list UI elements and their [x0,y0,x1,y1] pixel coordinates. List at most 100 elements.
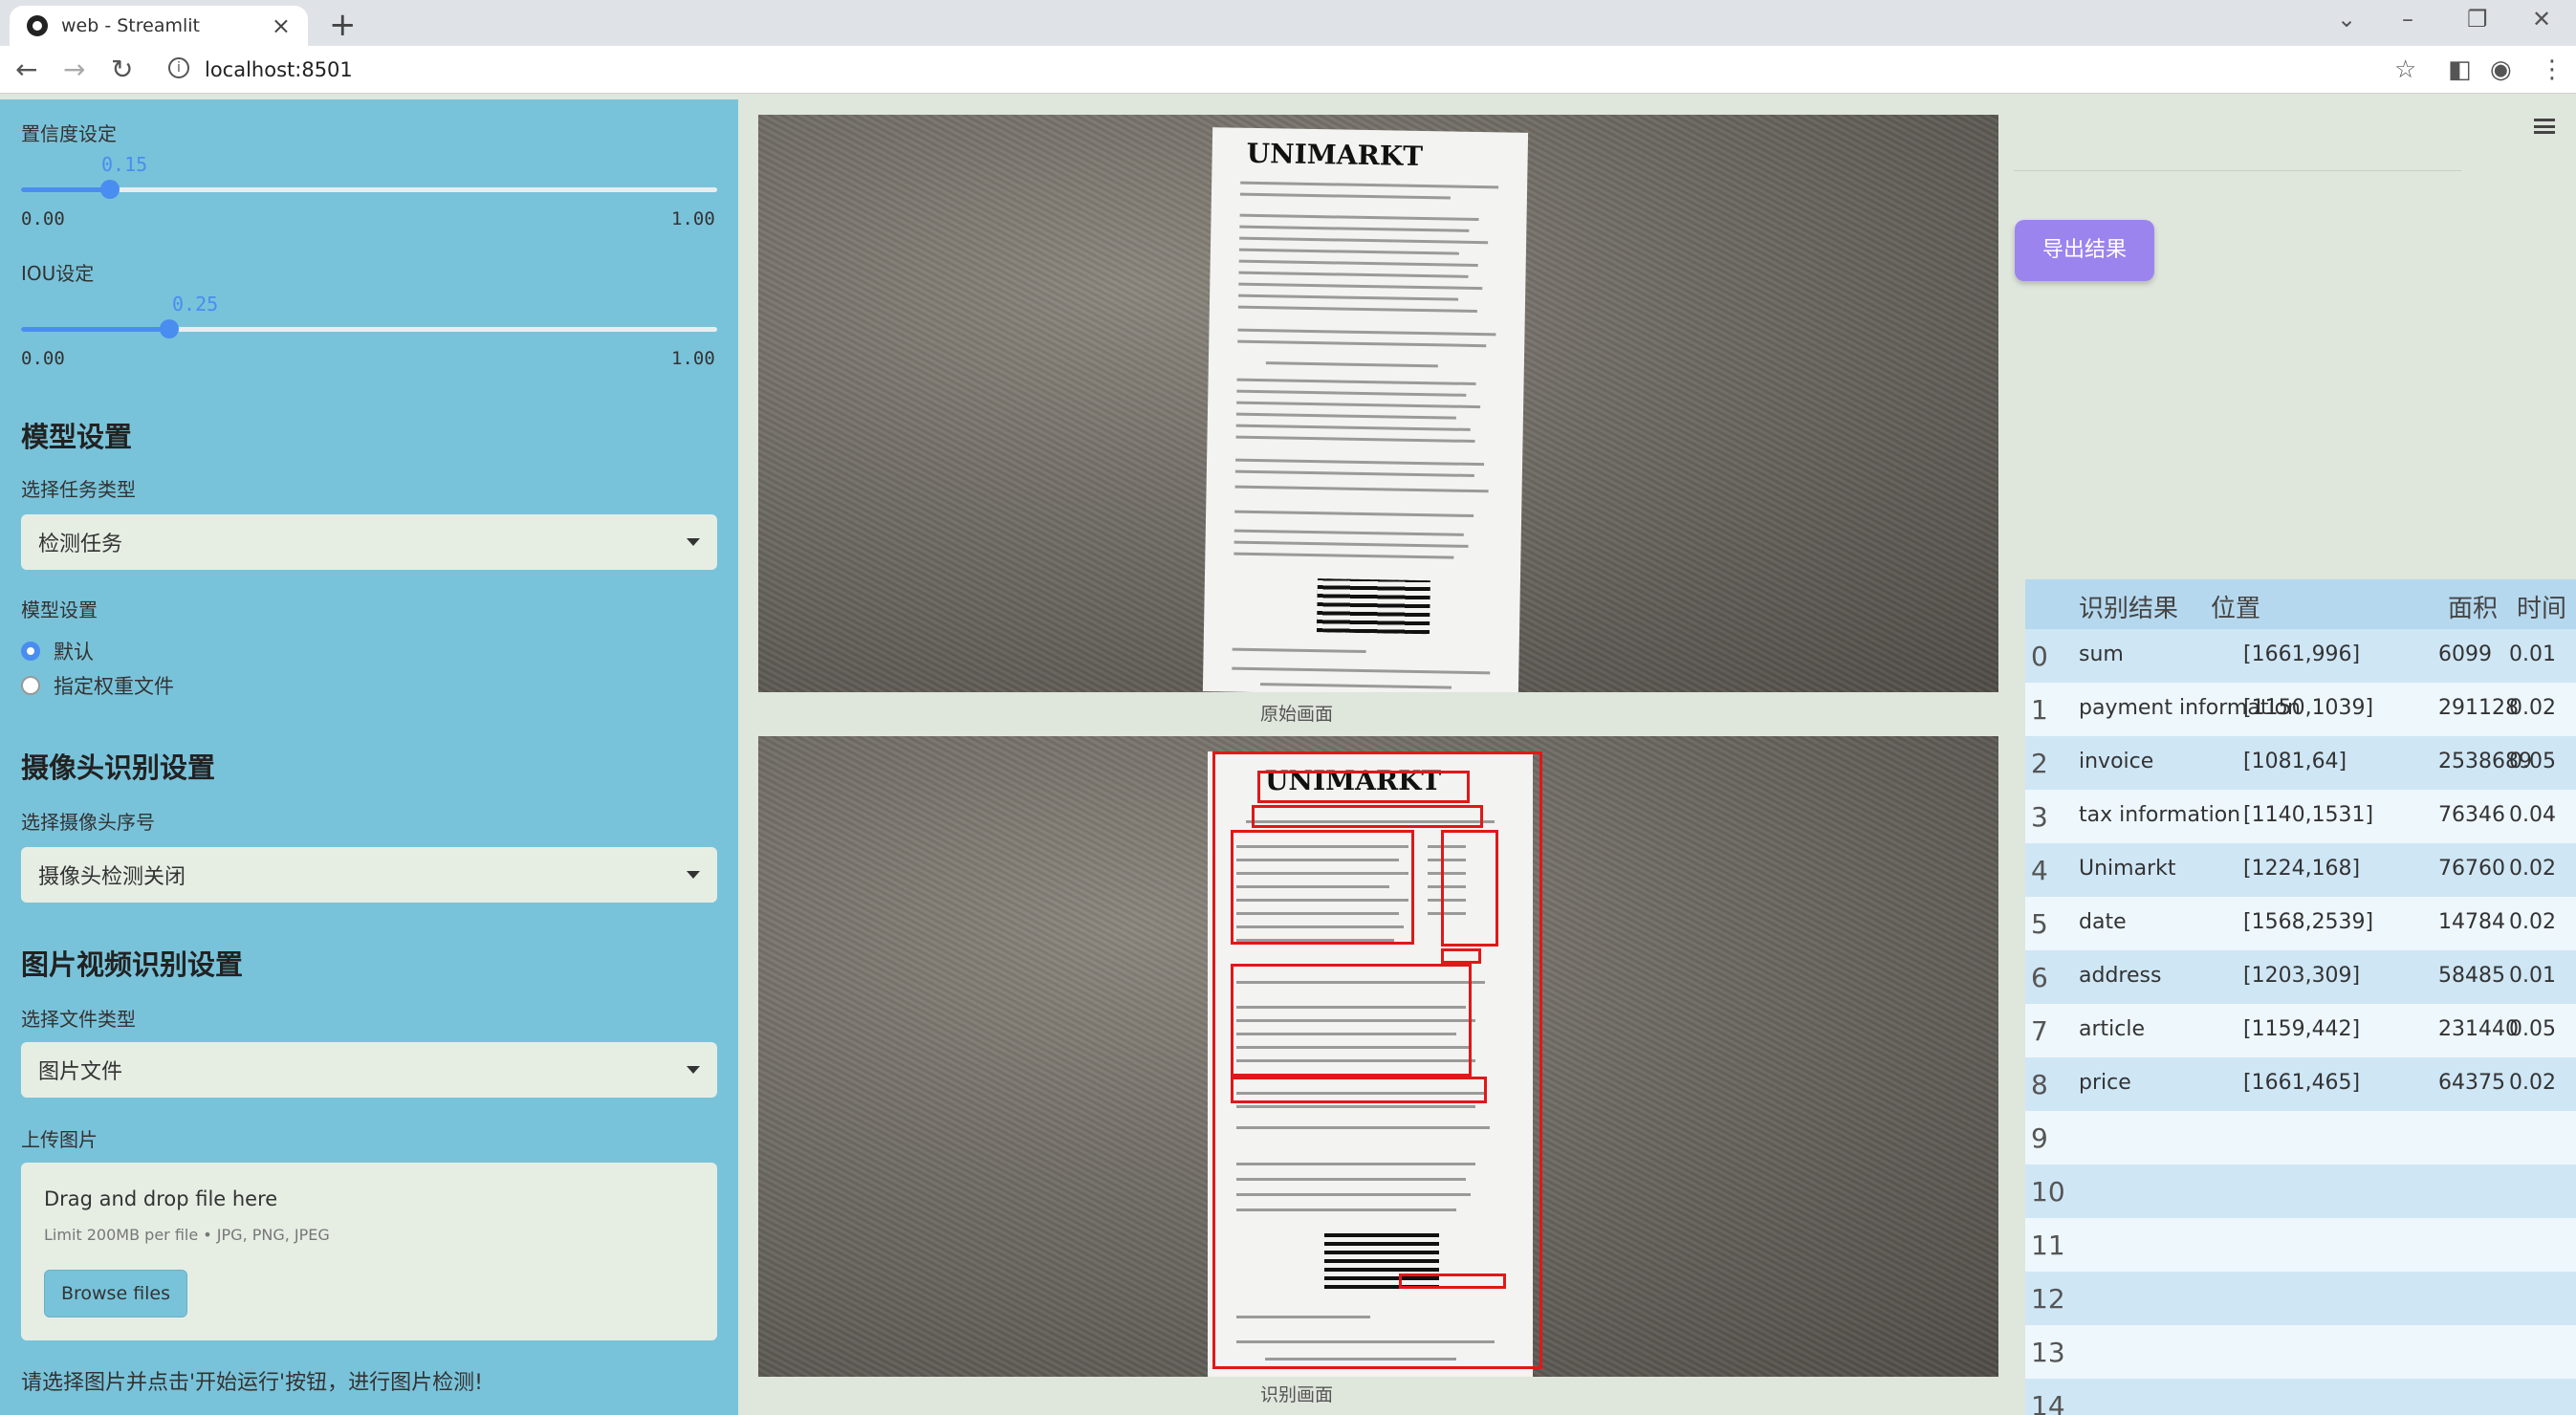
row-index: 13 [2031,1337,2065,1368]
row-index: 1 [2031,694,2048,726]
row-result: tax information [2079,803,2241,827]
radio-default[interactable]: 默认 [21,637,94,665]
table-row[interactable]: 10 [2025,1165,2576,1218]
table-row[interactable]: 5 date [1568,2539] 14784 0.02 [2025,897,2576,950]
detection-box-address [1252,805,1483,828]
row-index: 9 [2031,1122,2048,1154]
url-field[interactable]: localhost:8501 [205,58,353,81]
task-type-select[interactable]: 检测任务 [21,514,717,570]
row-position: [1568,2539] [2243,910,2374,934]
browser-tab[interactable]: web - Streamlit × [10,6,308,46]
row-time: 0.05 [2509,750,2556,773]
bookmark-star-icon[interactable]: ☆ [2394,55,2416,84]
upload-label: 上传图片 [21,1128,98,1151]
row-index: 12 [2031,1283,2065,1315]
side-panel-icon[interactable]: ◧ [2448,55,2472,84]
row-area: 76760 [2438,857,2505,881]
export-results-button[interactable]: 导出结果 [2015,220,2154,281]
row-index: 7 [2031,1015,2048,1047]
browse-files-button[interactable]: Browse files [44,1270,187,1317]
table-row[interactable]: 4 Unimarkt [1224,168] 76760 0.02 [2025,843,2576,897]
profile-icon[interactable]: ◉ [2490,55,2512,84]
table-row[interactable]: 3 tax information [1140,1531] 76346 0.04 [2025,790,2576,843]
col-header-result[interactable]: 识别结果 [2079,589,2178,624]
radio-weight-file[interactable]: 指定权重文件 [21,671,174,700]
table-row[interactable]: 9 [2025,1111,2576,1165]
confidence-max: 1.00 [671,208,715,229]
file-type-select[interactable]: 图片文件 [21,1042,717,1098]
table-row[interactable]: 13 [2025,1325,2576,1379]
more-menu-icon[interactable]: ⋮ [2540,55,2565,84]
row-position: [1203,309] [2243,964,2361,988]
model-setting-label: 模型设置 [21,599,98,621]
radio-default-icon [21,642,40,661]
col-header-area[interactable]: 面积 [2448,589,2498,624]
table-row[interactable]: 7 article [1159,442] 231440 0.05 [2025,1004,2576,1057]
confidence-slider[interactable] [21,180,717,199]
row-position: [1224,168] [2243,857,2361,881]
col-header-time[interactable]: 时间 [2517,589,2566,624]
restore-icon[interactable]: ❐ [2467,6,2488,33]
row-area: 291128 [2438,696,2519,720]
row-index: 8 [2031,1069,2048,1100]
sidebar: 置信度设定 0.15 0.00 1.00 IOU设定 0.25 0.00 1.0… [0,99,738,1415]
row-position: [1081,64] [2243,750,2347,773]
iou-label: IOU设定 [21,262,95,285]
minimize-icon[interactable]: – [2402,6,2413,33]
detection-box-article [1231,830,1414,945]
tab-search-icon[interactable]: ⌄ [2337,6,2356,33]
row-time: 0.02 [2509,1071,2556,1095]
file-uploader-dropzone[interactable]: Drag and drop file here Limit 200MB per … [21,1163,717,1340]
result-image: UNIMARKT [758,736,1998,1377]
row-time: 0.01 [2509,642,2556,666]
row-area: 6099 [2438,642,2492,666]
table-header: 识别结果 位置 面积 时间 [2025,579,2576,629]
row-position: [1661,996] [2243,642,2361,666]
new-tab-icon[interactable]: + [329,6,357,44]
row-index: 2 [2031,748,2048,779]
table-row[interactable]: 8 price [1661,465] 64375 0.02 [2025,1057,2576,1111]
confidence-slider-thumb[interactable] [99,180,120,199]
row-area: 231440 [2438,1017,2519,1041]
browser-addressbar: ← → ↻ i localhost:8501 ☆ ◧ ◉ ⋮ [0,46,2576,94]
table-row[interactable]: 12 [2025,1272,2576,1325]
row-result: invoice [2079,750,2154,773]
site-info-icon[interactable]: i [168,57,189,78]
back-icon[interactable]: ← [15,54,37,85]
row-position: [1159,442] [2243,1017,2361,1041]
camera-index-select[interactable]: 摄像头检测关闭 [21,847,717,903]
chevron-down-icon [687,538,700,546]
row-index: 6 [2031,962,2048,993]
table-row[interactable]: 2 invoice [1081,64] 2538689 0.05 [2025,736,2576,790]
row-index: 0 [2031,641,2048,672]
row-result: sum [2079,642,2124,666]
row-result: date [2079,910,2127,934]
confidence-min: 0.00 [21,208,65,229]
forward-icon[interactable]: → [63,54,85,85]
row-time: 0.02 [2509,696,2556,720]
table-row[interactable]: 6 address [1203,309] 58485 0.01 [2025,950,2576,1004]
detection-box-payment-information [1231,964,1472,1077]
table-row[interactable]: 11 [2025,1218,2576,1272]
iou-slider-thumb[interactable] [159,319,179,338]
table-row[interactable]: 1 payment information [1150,1039] 291128 0.0… [2025,683,2576,736]
col-header-position[interactable]: 位置 [2211,589,2260,624]
detection-box-unimarkt [1257,771,1470,803]
result-caption: 识别画面 [1260,1384,1334,1405]
hint-text: 请选择图片并点击'开始运行'按钮，进行图片检测! [21,1371,483,1395]
close-tab-icon[interactable]: × [272,12,291,39]
table-row[interactable]: 0 sum [1661,996] 6099 0.01 [2025,629,2576,683]
detection-box-sum [1441,948,1481,964]
row-area: 64375 [2438,1071,2505,1095]
receipt: UNIMARKT [1202,127,1529,692]
streamlit-favicon-icon [27,15,48,36]
confidence-label: 置信度设定 [21,122,117,145]
row-position: [1150,1039] [2243,696,2374,720]
row-result: article [2079,1017,2146,1041]
chevron-down-icon [687,1066,700,1074]
iou-slider[interactable] [21,319,717,338]
close-window-icon[interactable]: ✕ [2532,6,2551,33]
table-row[interactable]: 14 [2025,1379,2576,1415]
hamburger-menu-icon[interactable] [2534,119,2555,134]
reload-icon[interactable]: ↻ [111,54,133,85]
